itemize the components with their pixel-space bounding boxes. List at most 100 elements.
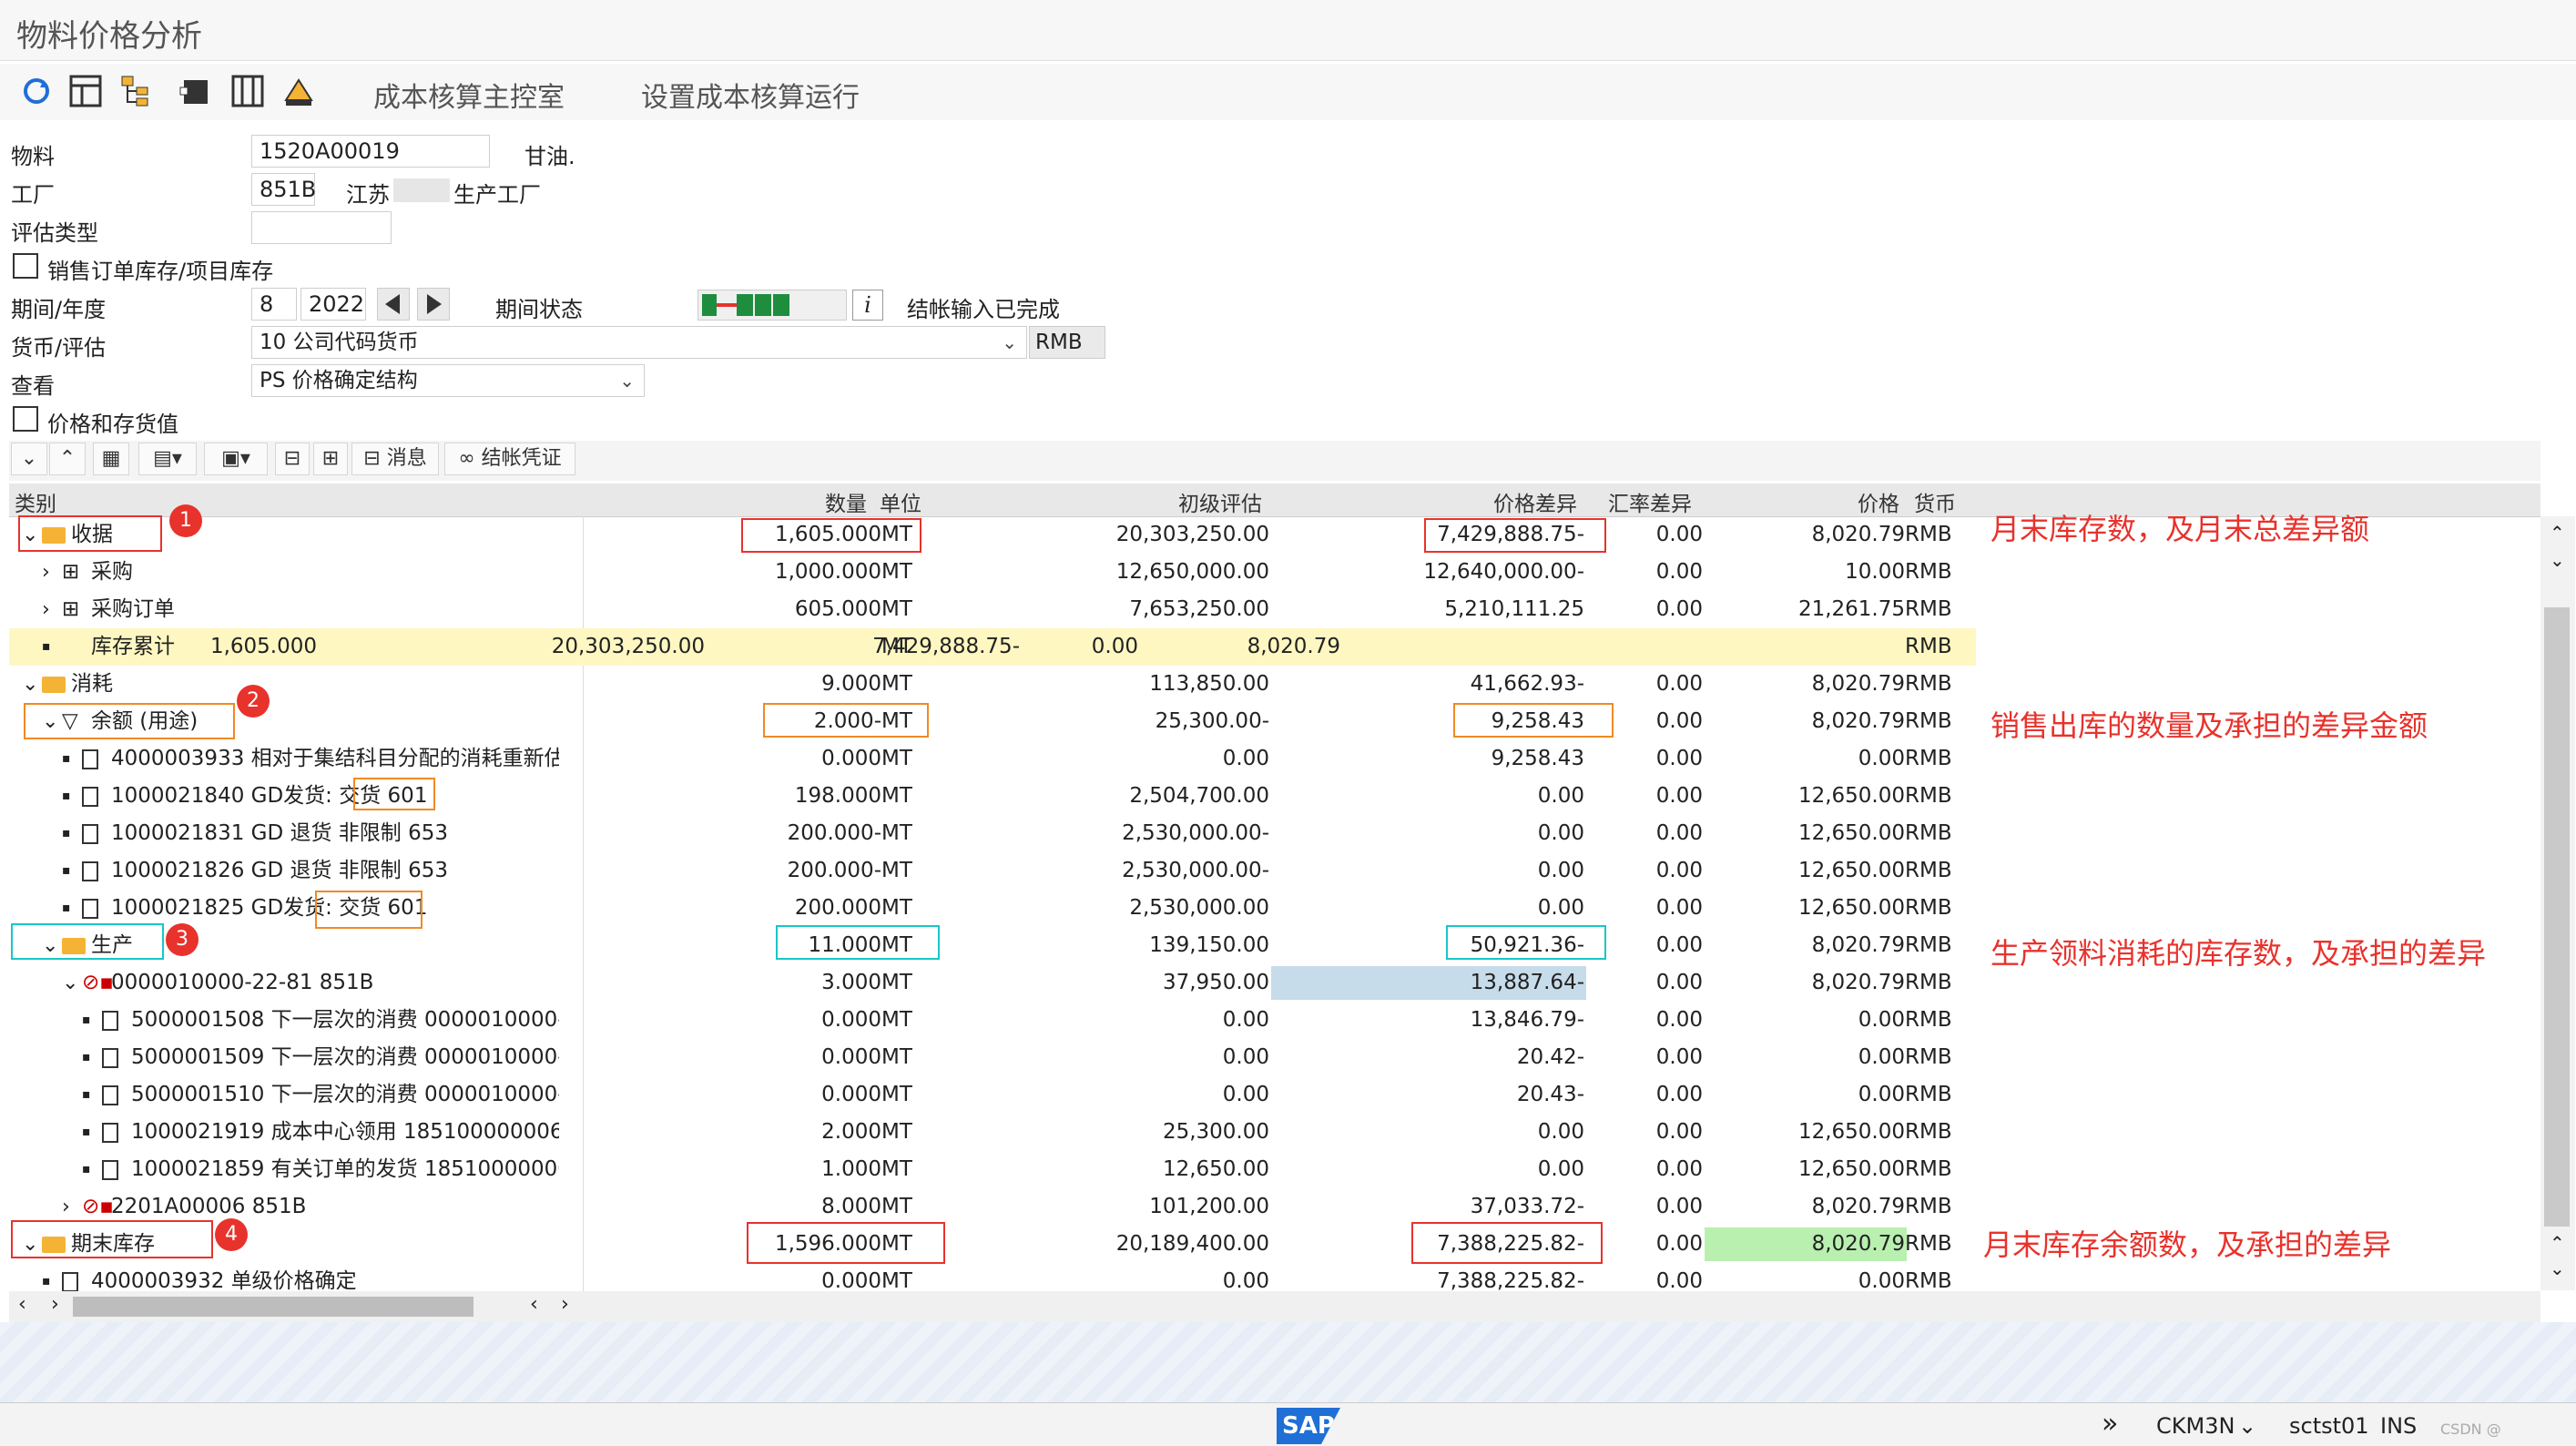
previous-period-button[interactable] [377, 288, 410, 321]
valuation-type-field[interactable] [251, 211, 392, 244]
table-row[interactable]: › ⊞ 采购 1,000.000 MT 12,650,000.00 12,640,000.0… [9, 554, 2540, 591]
table-row[interactable]: ▪ 4000003933 相对于集结科目分配的消耗重新估算 0.000 MT 0.00 9… [9, 740, 2540, 778]
col-price[interactable]: 价格 [1858, 486, 1899, 517]
row-unit: MT [881, 1195, 912, 1218]
row-initial-valuation: 0.00 [1222, 1008, 1269, 1032]
col-currency[interactable]: 货币 [1914, 486, 1956, 517]
row-label: 0000010000-22-81 851B [111, 971, 374, 994]
row-fx-difference: 0.00 [1655, 1120, 1703, 1144]
col-category[interactable]: 类别 [15, 486, 56, 517]
structure-icon[interactable]: ⊞ [313, 443, 348, 475]
bullet-icon: ▪ [62, 901, 71, 915]
collapse-all-icon[interactable]: ⌃ [49, 443, 86, 475]
scroll-right-icon[interactable]: › [561, 1293, 569, 1316]
closing-voucher-button[interactable]: ∞ 结帐凭证 [444, 443, 575, 475]
table-row[interactable]: ▪ 1000021859 有关订单的发货 185100000006 1.000 MT 1… [9, 1151, 2540, 1188]
scroll-down-icon[interactable]: ⌄ [2550, 1258, 2565, 1279]
settings-block-icon[interactable] [178, 73, 215, 109]
highlight-box [1411, 1222, 1603, 1264]
col-price-difference[interactable]: 价格差异 [1493, 486, 1577, 517]
table-row[interactable]: ▪ 1000021826 GD 退货 非限制 653 200.000- MT 2,530… [9, 852, 2540, 890]
table-row[interactable]: ▪ 5000001509 下一层次的消费 0000010000-22-82 0.00… [9, 1039, 2540, 1076]
row-currency: RMB [1905, 784, 1952, 808]
currency-valuation-select[interactable]: 10 公司代码货币 ⌄ [251, 326, 1027, 359]
chevron-down-icon[interactable]: ⌄ [2238, 1413, 2256, 1439]
cost-cockpit-button[interactable]: 成本核算主控室 [373, 75, 565, 115]
export-icon[interactable]: ▣▾ [204, 443, 268, 475]
chevron-right-icon[interactable]: › [42, 591, 50, 628]
col-initial-valuation[interactable]: 初级评估 [1178, 486, 1262, 517]
col-unit[interactable]: 单位 [880, 486, 921, 517]
hierarchy-icon[interactable] [118, 73, 155, 109]
find-icon[interactable]: ▦ [93, 443, 129, 475]
transaction-code[interactable]: CKM3N [2156, 1413, 2235, 1439]
scroll-up-icon[interactable]: ⌃ [2550, 522, 2565, 544]
table-row[interactable]: ▪ 5000001510 下一层次的消费 0000010000-22-83 0.00… [9, 1076, 2540, 1114]
material-field[interactable]: 1520A00019 [251, 135, 490, 168]
closing-voucher-label: 结帐凭证 [481, 447, 562, 470]
scroll-thumb[interactable] [73, 1297, 473, 1317]
row-label: 1000021831 GD 退货 非限制 653 [111, 821, 449, 845]
info-icon[interactable]: i [852, 290, 883, 321]
scroll-thumb[interactable] [2544, 607, 2570, 1227]
row-label: 库存累计 [91, 635, 175, 658]
expand-all-icon[interactable]: ⌄ [11, 443, 47, 475]
period-field[interactable]: 8 [251, 288, 297, 321]
row-quantity: 3.000 [821, 971, 881, 994]
row-label: 5000001509 下一层次的消费 0000010000-22-82 [131, 1045, 559, 1069]
highlight-box [24, 703, 235, 739]
row-unit: MT [881, 1157, 912, 1181]
grid-icon[interactable] [229, 73, 266, 109]
chevron-down-icon[interactable]: ⌄ [62, 964, 78, 1002]
expand-section-icon[interactable] [13, 253, 38, 279]
scroll-left-icon[interactable]: ‹ [18, 1293, 26, 1316]
row-quantity: 200.000- [787, 821, 881, 845]
table-row[interactable]: ⌄ 消耗 9.000 MT 113,850.00 41,662.93- 0.00 8,020.… [9, 666, 2540, 703]
horizontal-scrollbar[interactable]: ‹ › ‹ › [9, 1291, 2540, 1322]
row-unit: MT [881, 821, 912, 845]
year-field[interactable]: 2022 [300, 288, 366, 321]
document-icon [82, 778, 106, 815]
system-user: sctst01 [2289, 1413, 2369, 1439]
row-currency: RMB [1905, 523, 1952, 546]
table-row[interactable]: ▪ 1000021831 GD 退货 非限制 653 200.000- MT 2,530… [9, 815, 2540, 852]
scroll-right-icon[interactable]: › [51, 1293, 59, 1316]
scroll-left-icon[interactable]: ‹ [530, 1293, 538, 1316]
refresh-icon[interactable] [18, 73, 55, 109]
period-status-text: 结帐输入已完成 [907, 297, 1060, 322]
highlight-box [1453, 703, 1614, 738]
row-unit: MT [881, 597, 912, 621]
row-currency: RMB [1905, 1157, 1952, 1181]
next-period-button[interactable] [417, 288, 450, 321]
filter-icon[interactable]: ⊟ [275, 443, 310, 475]
row-initial-valuation: 0.00 [1222, 1083, 1269, 1106]
messages-button[interactable]: ⊟ 消息 [351, 443, 439, 475]
table-row[interactable]: › ⊘▪ 2201A00006 851B 8.000 MT 101,200.00 37,03… [9, 1188, 2540, 1226]
plant-field[interactable]: 851B [251, 173, 316, 206]
chevron-right-icon[interactable]: » [2102, 1408, 2118, 1440]
stamp-icon[interactable] [280, 73, 317, 109]
annotation-badge-3: 3 [166, 923, 199, 956]
row-unit: MT [881, 560, 912, 584]
col-quantity[interactable]: 数量 [825, 486, 867, 517]
view-value: PS 价格确定结构 [260, 369, 418, 392]
col-fx-difference[interactable]: 汇率差异 [1608, 486, 1692, 517]
table-row[interactable]: › ⊞ 采购订单 605.000 MT 7,653,250.00 5,210,111.25 0… [9, 591, 2540, 628]
print-icon[interactable]: ▤▾ [138, 443, 197, 475]
row-unit: MT [881, 971, 912, 994]
view-select[interactable]: PS 价格确定结构 ⌄ [251, 364, 645, 397]
scroll-up-icon[interactable]: ⌄ [2550, 549, 2565, 571]
row-fx-difference: 0.00 [1655, 709, 1703, 733]
vertical-scrollbar[interactable]: ⌃ ⌄ ⌃ ⌄ [2540, 516, 2575, 1290]
setup-costing-run-button[interactable]: 设置成本核算运行 [641, 75, 860, 115]
chevron-right-icon[interactable]: › [42, 554, 50, 591]
table-row[interactable]: ▪ 5000001508 下一层次的消费 0000010000-22-81 0.00… [9, 1002, 2540, 1039]
scroll-up-icon[interactable]: ⌃ [2550, 1232, 2565, 1254]
row-quantity: 198.000 [794, 784, 881, 808]
collapse-section-icon[interactable] [13, 406, 38, 432]
chevron-down-icon[interactable]: ⌄ [22, 666, 38, 703]
row-label: 消耗 [71, 672, 113, 696]
table-view-icon[interactable] [67, 73, 104, 109]
table-row[interactable]: ▪ 1000021919 成本中心领用 185100000006 2.000 MT 25… [9, 1114, 2540, 1151]
table-row[interactable]: ▪ 库存累计 1,605.000 MT 20,303,250.00 7,429,888.7… [9, 628, 1976, 666]
